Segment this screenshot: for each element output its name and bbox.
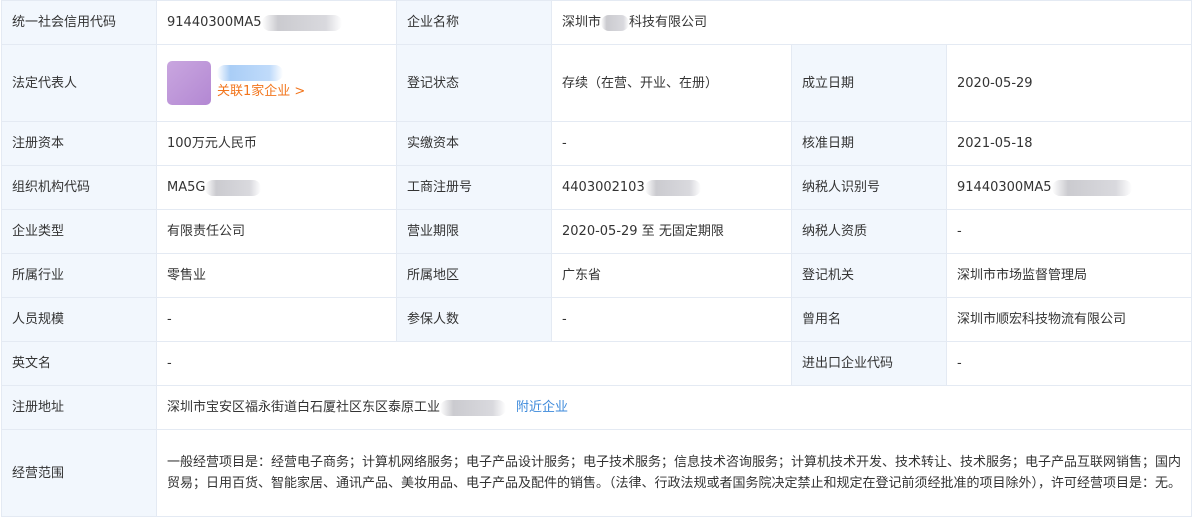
taxpayer-qual-value: - — [946, 209, 1192, 254]
taxpayer-id-value: 91440300MA5 — [946, 165, 1192, 210]
org-code-text: MA5G — [167, 180, 206, 195]
reg-no-value: 4403002103 — [551, 165, 792, 210]
insured-value: - — [551, 297, 792, 342]
former-name-value: 深圳市顺宏科技物流有限公司 — [946, 297, 1192, 342]
legal-rep-value: 关联1家企业 > — [156, 44, 397, 122]
company-name-suffix: 科技有限公司 — [629, 15, 708, 30]
related-companies-link[interactable]: 关联1家企业 > — [217, 81, 305, 102]
approve-date-label: 核准日期 — [791, 121, 947, 166]
credit-code-value: 91440300MA5 — [156, 0, 397, 45]
legal-rep-name-blur[interactable] — [217, 64, 283, 81]
paid-capital-value: - — [551, 121, 792, 166]
credit-code-text: 91440300MA5 — [167, 15, 262, 30]
company-type-value: 有限责任公司 — [156, 209, 397, 254]
table-row: 注册资本 100万元人民币 实缴资本 - 核准日期 2021-05-18 — [1, 121, 1192, 166]
import-export-value: - — [946, 341, 1192, 386]
redaction-blur — [205, 179, 262, 196]
reg-capital-value: 100万元人民币 — [156, 121, 397, 166]
import-export-label: 进出口企业代码 — [791, 341, 947, 386]
region-label: 所属地区 — [396, 253, 552, 298]
approve-date-value: 2021-05-18 — [946, 121, 1192, 166]
status-value: 存续（在营、开业、在册） — [551, 44, 792, 122]
address-label: 注册地址 — [1, 385, 157, 430]
taxpayer-id-label: 纳税人识别号 — [791, 165, 947, 210]
table-row: 统一社会信用代码 91440300MA5 企业名称 深圳市 科技有限公司 — [1, 0, 1192, 45]
org-code-value: MA5G — [156, 165, 397, 210]
taxpayer-qual-label: 纳税人资质 — [791, 209, 947, 254]
company-name-prefix: 深圳市 — [562, 15, 602, 30]
staff-size-label: 人员规模 — [1, 297, 157, 342]
biz-term-value: 2020-05-29 至 无固定期限 — [551, 209, 792, 254]
table-row: 企业类型 有限责任公司 营业期限 2020-05-29 至 无固定期限 纳税人资… — [1, 209, 1192, 254]
address-text: 深圳市宝安区福永街道白石厦社区东区泰原工业 — [167, 400, 441, 415]
company-info-table: 统一社会信用代码 91440300MA5 企业名称 深圳市 科技有限公司 法定代表… — [1, 0, 1192, 517]
status-label: 登记状态 — [396, 44, 552, 122]
table-row: 组织机构代码 MA5G 工商注册号 4403002103 纳税人识别号 9144… — [1, 165, 1192, 210]
region-value: 广东省 — [551, 253, 792, 298]
address-value: 深圳市宝安区福永街道白石厦社区东区泰原工业 附近企业 — [156, 385, 1192, 430]
reg-authority-value: 深圳市市场监督管理局 — [946, 253, 1192, 298]
staff-size-value: - — [156, 297, 397, 342]
insured-label: 参保人数 — [396, 297, 552, 342]
reg-no-text: 4403002103 — [562, 180, 645, 195]
found-date-value: 2020-05-29 — [946, 44, 1192, 122]
redaction-blur — [644, 179, 701, 196]
redaction-blur — [1051, 179, 1132, 196]
scope-label: 经营范围 — [1, 429, 157, 517]
table-row: 法定代表人 关联1家企业 > 登记状态 存续（在营、开业、在册） 成立日期 20… — [1, 44, 1192, 122]
table-row: 英文名 - 进出口企业代码 - — [1, 341, 1192, 386]
org-code-label: 组织机构代码 — [1, 165, 157, 210]
nearby-companies-link[interactable]: 附近企业 — [516, 400, 568, 415]
reg-capital-label: 注册资本 — [1, 121, 157, 166]
credit-code-label: 统一社会信用代码 — [1, 0, 157, 45]
biz-term-label: 营业期限 — [396, 209, 552, 254]
industry-label: 所属行业 — [1, 253, 157, 298]
scope-value: 一般经营项目是：经营电子商务；计算机网络服务；电子产品设计服务；电子技术服务；信… — [156, 429, 1192, 517]
company-name-label: 企业名称 — [396, 0, 552, 45]
legal-rep-label: 法定代表人 — [1, 44, 157, 122]
company-type-label: 企业类型 — [1, 209, 157, 254]
table-row: 注册地址 深圳市宝安区福永街道白石厦社区东区泰原工业 附近企业 — [1, 385, 1192, 430]
paid-capital-label: 实缴资本 — [396, 121, 552, 166]
english-name-value: - — [156, 341, 792, 386]
table-row: 人员规模 - 参保人数 - 曾用名 深圳市顺宏科技物流有限公司 — [1, 297, 1192, 342]
industry-value: 零售业 — [156, 253, 397, 298]
table-row: 所属行业 零售业 所属地区 广东省 登记机关 深圳市市场监督管理局 — [1, 253, 1192, 298]
table-row: 经营范围 一般经营项目是：经营电子商务；计算机网络服务；电子产品设计服务；电子技… — [1, 429, 1192, 517]
redaction-blur — [261, 14, 342, 31]
found-date-label: 成立日期 — [791, 44, 947, 122]
avatar[interactable] — [167, 61, 211, 105]
redaction-blur — [440, 399, 507, 416]
reg-authority-label: 登记机关 — [791, 253, 947, 298]
former-name-label: 曾用名 — [791, 297, 947, 342]
english-name-label: 英文名 — [1, 341, 157, 386]
taxpayer-id-text: 91440300MA5 — [957, 180, 1052, 195]
redaction-blur — [601, 14, 630, 31]
reg-no-label: 工商注册号 — [396, 165, 552, 210]
company-name-value: 深圳市 科技有限公司 — [551, 0, 1192, 45]
